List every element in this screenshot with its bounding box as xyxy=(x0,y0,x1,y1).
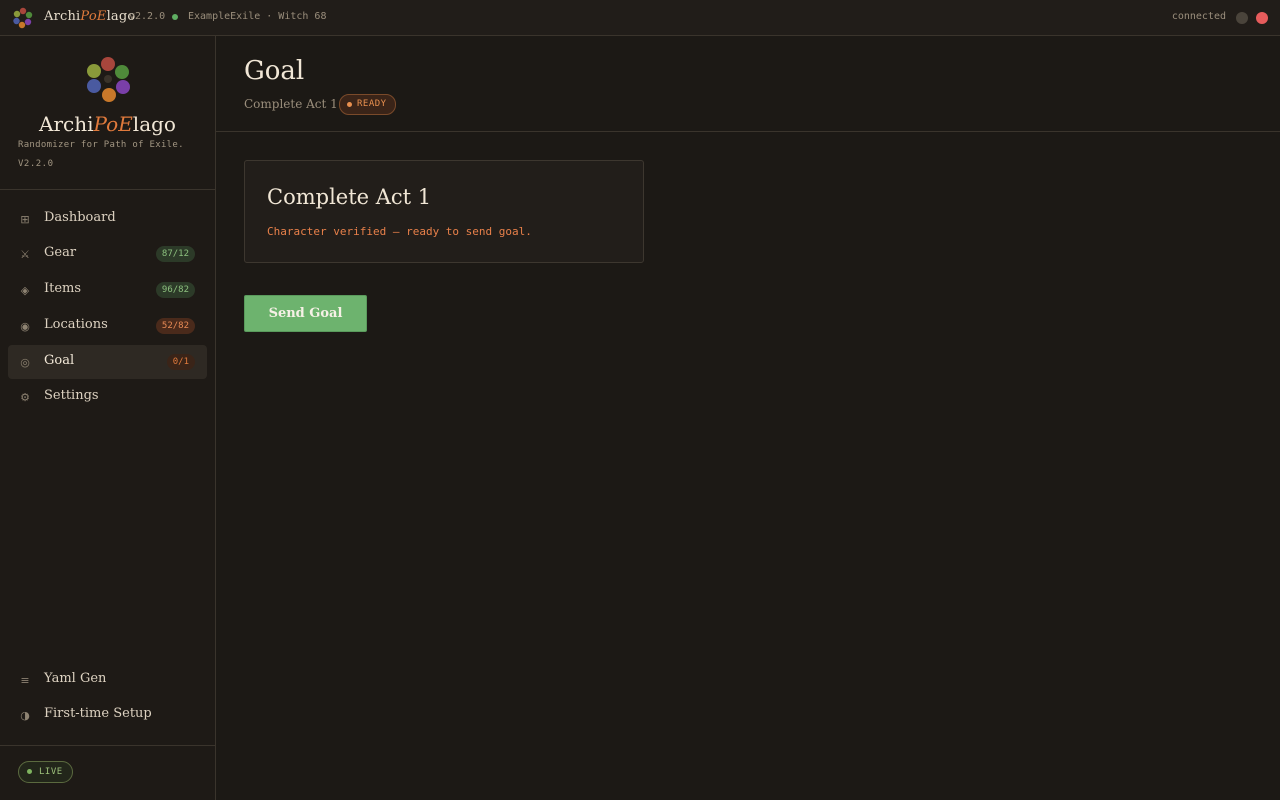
nav-item-items[interactable]: ◈ Items 96/82 xyxy=(8,273,207,307)
swords-icon: ⚔ xyxy=(20,248,30,261)
nav-item-first-time-setup[interactable]: ◑ First-time Setup xyxy=(8,698,207,732)
nav-label: Items xyxy=(44,281,82,296)
brand-logo-icon xyxy=(87,57,130,102)
target-icon: ◉ xyxy=(20,320,30,333)
live-indicator: LIVE xyxy=(18,761,73,783)
goal-card: Complete Act 1 Character verified — read… xyxy=(244,160,644,263)
grid-icon: ⊞ xyxy=(20,213,30,226)
app-title: ArchiPoElago xyxy=(44,9,136,24)
brand-block: ArchiPoElago Randomizer for Path of Exil… xyxy=(0,36,215,190)
goal-card-message: Character verified — ready to send goal. xyxy=(267,225,532,238)
goal-card-title: Complete Act 1 xyxy=(267,185,432,209)
brand-name: ArchiPoElago xyxy=(39,112,176,136)
nav-badge: 0/1 xyxy=(166,354,195,370)
close-button[interactable] xyxy=(1256,12,1268,24)
nav-label: Yaml Gen xyxy=(44,671,107,686)
nav-label: First-time Setup xyxy=(44,706,152,721)
nav-label: Goal xyxy=(44,353,75,368)
nav-item-yaml-gen[interactable]: ≡ Yaml Gen xyxy=(8,663,207,697)
nav-item-goal[interactable]: ◎ Goal 0/1 xyxy=(8,345,207,379)
sidebar: ArchiPoElago Randomizer for Path of Exil… xyxy=(0,36,216,800)
goal-icon: ◎ xyxy=(20,356,30,369)
gear-icon: ⚙ xyxy=(20,391,30,404)
nav-badge: 96/82 xyxy=(155,282,195,298)
character-info: ExampleExile · Witch 68 xyxy=(188,11,327,22)
connection-dot xyxy=(172,14,178,20)
title-bar: ArchiPoElago v2.2.0 ExampleExile · Witch… xyxy=(0,0,1280,36)
nav-label: Locations xyxy=(44,317,108,332)
nav-label: Settings xyxy=(44,388,99,403)
nav-label: Dashboard xyxy=(44,210,116,225)
connection-status: connected xyxy=(1171,11,1226,22)
nav-badge: 87/12 xyxy=(155,246,195,262)
brand-tagline: Randomizer for Path of Exile. xyxy=(18,140,184,150)
nav-label: Gear xyxy=(44,245,77,260)
status-badge: READY xyxy=(339,94,396,115)
main-content: Goal Complete Act 1 READY Complete Act 1… xyxy=(216,36,1280,800)
app-logo-icon xyxy=(13,7,33,29)
sidebar-footer: LIVE xyxy=(0,745,215,800)
nav-item-gear[interactable]: ⚔ Gear 87/12 xyxy=(8,237,207,271)
nav-item-settings[interactable]: ⚙ Settings xyxy=(8,380,207,414)
status-label: READY xyxy=(357,99,387,109)
status-dot-icon xyxy=(347,102,352,107)
half-circle-icon: ◑ xyxy=(20,709,30,722)
nav-item-dashboard[interactable]: ⊞ Dashboard xyxy=(8,202,207,236)
nav-item-locations[interactable]: ◉ Locations 52/82 xyxy=(8,309,207,343)
page-header: Goal Complete Act 1 READY xyxy=(216,36,1280,132)
nav-badge: 52/82 xyxy=(155,318,195,334)
menu-icon: ≡ xyxy=(20,674,30,687)
brand-version: V2.2.0 xyxy=(18,159,54,169)
minimize-button[interactable] xyxy=(1236,12,1248,24)
page-subtitle: Complete Act 1 xyxy=(244,97,338,111)
diamond-icon: ◈ xyxy=(20,284,30,297)
app-version: v2.2.0 xyxy=(129,11,166,22)
send-goal-button[interactable]: Send Goal xyxy=(244,295,367,332)
page-title: Goal xyxy=(244,56,305,86)
live-dot-icon xyxy=(27,769,32,774)
live-label: LIVE xyxy=(39,767,63,777)
